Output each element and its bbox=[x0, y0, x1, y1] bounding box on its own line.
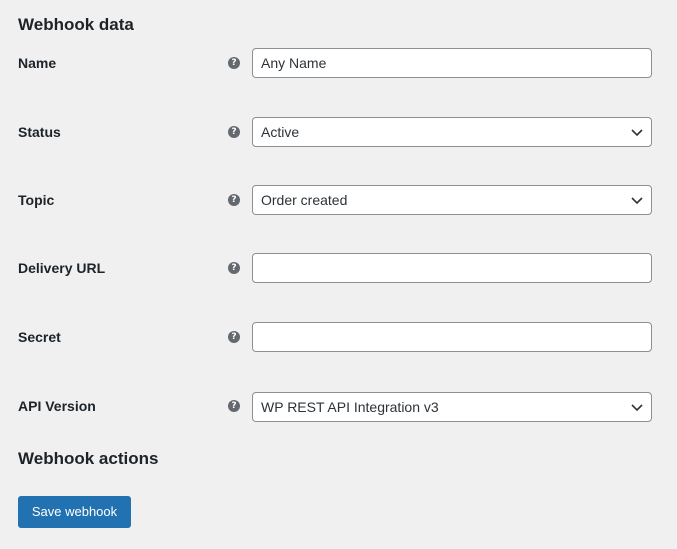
api-version-select[interactable]: WP REST API Integration v3 bbox=[252, 392, 652, 422]
api-version-help-icon[interactable]: ? bbox=[228, 400, 240, 412]
save-webhook-button[interactable]: Save webhook bbox=[18, 496, 131, 528]
name-input[interactable] bbox=[252, 48, 652, 78]
secret-label: Secret bbox=[18, 329, 61, 345]
secret-input[interactable] bbox=[252, 322, 652, 352]
status-help-icon[interactable]: ? bbox=[228, 126, 240, 138]
secret-help-icon[interactable]: ? bbox=[228, 331, 240, 343]
webhook-actions-heading: Webhook actions bbox=[18, 449, 159, 468]
delivery-url-input[interactable] bbox=[252, 253, 652, 283]
topic-selected-value: Order created bbox=[261, 192, 348, 208]
delivery-url-help-icon[interactable]: ? bbox=[228, 262, 240, 274]
chevron-down-icon bbox=[631, 197, 643, 205]
topic-label: Topic bbox=[18, 192, 55, 208]
name-help-icon[interactable]: ? bbox=[228, 57, 240, 69]
chevron-down-icon bbox=[631, 404, 643, 412]
status-selected-value: Active bbox=[261, 124, 300, 140]
topic-select[interactable]: Order created bbox=[252, 185, 652, 215]
status-select[interactable]: Active bbox=[252, 117, 652, 147]
webhook-data-heading: Webhook data bbox=[18, 15, 134, 34]
api-version-selected-value: WP REST API Integration v3 bbox=[261, 399, 439, 415]
delivery-url-label: Delivery URL bbox=[18, 260, 106, 276]
topic-help-icon[interactable]: ? bbox=[228, 194, 240, 206]
name-label: Name bbox=[18, 55, 57, 71]
status-label: Status bbox=[18, 124, 61, 140]
chevron-down-icon bbox=[631, 129, 643, 137]
api-version-label: API Version bbox=[18, 398, 96, 414]
